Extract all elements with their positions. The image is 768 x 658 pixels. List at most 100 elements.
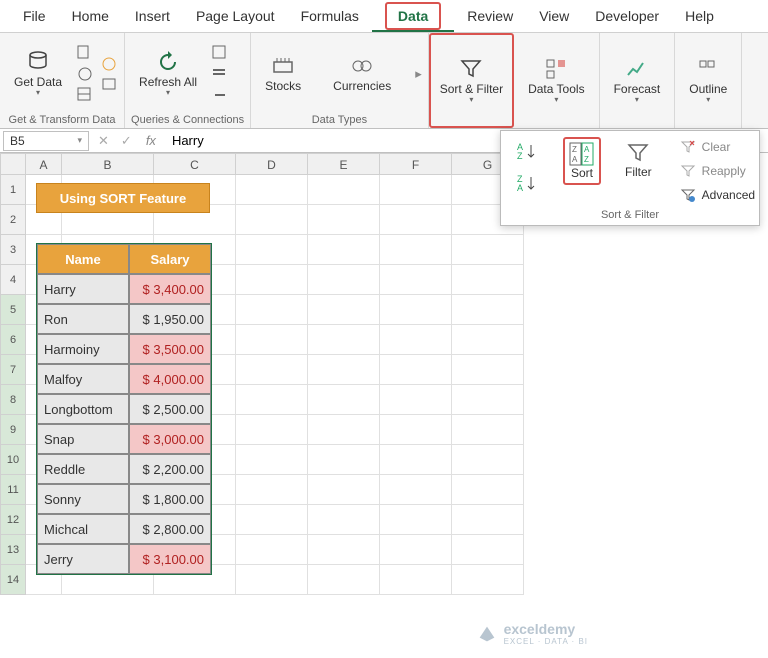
cell-D3[interactable] <box>236 235 308 265</box>
cell-D14[interactable] <box>236 565 308 595</box>
cell-E7[interactable] <box>308 355 380 385</box>
row-header-3[interactable]: 3 <box>0 235 26 265</box>
cell-D9[interactable] <box>236 415 308 445</box>
sort-filter-button[interactable]: Sort & Filter ▾ <box>432 53 511 109</box>
tab-formulas[interactable]: Formulas <box>288 2 372 32</box>
sheet-title[interactable]: Using SORT Feature <box>36 183 210 213</box>
tab-developer[interactable]: Developer <box>582 2 672 32</box>
sort-button[interactable]: ZAAZ Sort <box>563 137 601 185</box>
row-header-5[interactable]: 5 <box>0 295 26 325</box>
col-header-F[interactable]: F <box>380 153 452 175</box>
salary-cell[interactable]: $ 3,400.00 <box>129 274 211 304</box>
row-header-4[interactable]: 4 <box>0 265 26 295</box>
select-all-corner[interactable] <box>0 153 26 175</box>
cell-G3[interactable] <box>452 235 524 265</box>
cell-F12[interactable] <box>380 505 452 535</box>
connections-icon[interactable] <box>100 76 118 94</box>
cell-E9[interactable] <box>308 415 380 445</box>
cell-D12[interactable] <box>236 505 308 535</box>
cell-G6[interactable] <box>452 325 524 355</box>
cell-F8[interactable] <box>380 385 452 415</box>
name-box[interactable]: B5 ▾ <box>3 131 89 151</box>
name-cell[interactable]: Malfoy <box>37 364 129 394</box>
cell-D13[interactable] <box>236 535 308 565</box>
cell-G10[interactable] <box>452 445 524 475</box>
cell-G9[interactable] <box>452 415 524 445</box>
from-web-icon[interactable] <box>76 65 94 83</box>
cell-G4[interactable] <box>452 265 524 295</box>
cell-F10[interactable] <box>380 445 452 475</box>
cell-E6[interactable] <box>308 325 380 355</box>
cell-F2[interactable] <box>380 205 452 235</box>
row-header-1[interactable]: 1 <box>0 175 26 205</box>
recent-icon[interactable] <box>100 55 118 73</box>
refresh-all-button[interactable]: Refresh All ▾ <box>131 46 205 102</box>
name-cell[interactable]: Ron <box>37 304 129 334</box>
cell-E1[interactable] <box>308 175 380 205</box>
name-cell[interactable]: Harry <box>37 274 129 304</box>
cell-D5[interactable] <box>236 295 308 325</box>
tab-file[interactable]: File <box>10 2 59 32</box>
cell-G5[interactable] <box>452 295 524 325</box>
cell-D2[interactable] <box>236 205 308 235</box>
tab-view[interactable]: View <box>526 2 582 32</box>
cell-E5[interactable] <box>308 295 380 325</box>
sort-asc-button[interactable]: AZ <box>511 137 545 165</box>
cell-F4[interactable] <box>380 265 452 295</box>
row-header-7[interactable]: 7 <box>0 355 26 385</box>
cancel-icon[interactable]: ✕ <box>92 133 115 149</box>
cell-F5[interactable] <box>380 295 452 325</box>
cell-D7[interactable] <box>236 355 308 385</box>
cell-F1[interactable] <box>380 175 452 205</box>
name-cell[interactable]: Reddle <box>37 454 129 484</box>
advanced-button[interactable]: Advanced <box>676 185 759 205</box>
queries-icon[interactable] <box>211 44 229 62</box>
salary-cell[interactable]: $ 4,000.00 <box>129 364 211 394</box>
sort-desc-button[interactable]: ZA <box>511 169 545 197</box>
from-table-icon[interactable] <box>76 86 94 104</box>
table-header-name[interactable]: Name <box>37 244 129 274</box>
cell-E11[interactable] <box>308 475 380 505</box>
data-tools-button[interactable]: Data Tools ▾ <box>520 53 592 109</box>
row-header-6[interactable]: 6 <box>0 325 26 355</box>
forecast-button[interactable]: Forecast ▾ <box>606 53 669 109</box>
salary-cell[interactable]: $ 3,500.00 <box>129 334 211 364</box>
col-header-E[interactable]: E <box>308 153 380 175</box>
properties-icon[interactable] <box>211 65 229 83</box>
col-header-B[interactable]: B <box>62 153 154 175</box>
cell-E2[interactable] <box>308 205 380 235</box>
cell-F13[interactable] <box>380 535 452 565</box>
nav-right-icon[interactable]: ▸ <box>415 66 422 82</box>
row-header-13[interactable]: 13 <box>0 535 26 565</box>
cell-E14[interactable] <box>308 565 380 595</box>
row-header-9[interactable]: 9 <box>0 415 26 445</box>
cell-G12[interactable] <box>452 505 524 535</box>
cell-F6[interactable] <box>380 325 452 355</box>
cell-F9[interactable] <box>380 415 452 445</box>
name-cell[interactable]: Harmoiny <box>37 334 129 364</box>
cell-F14[interactable] <box>380 565 452 595</box>
stocks-button[interactable]: Stocks <box>257 50 309 97</box>
salary-cell[interactable]: $ 1,950.00 <box>129 304 211 334</box>
row-header-10[interactable]: 10 <box>0 445 26 475</box>
row-header-2[interactable]: 2 <box>0 205 26 235</box>
tab-home[interactable]: Home <box>59 2 122 32</box>
cell-G8[interactable] <box>452 385 524 415</box>
cell-E13[interactable] <box>308 535 380 565</box>
cell-D4[interactable] <box>236 265 308 295</box>
name-cell[interactable]: Snap <box>37 424 129 454</box>
cell-F11[interactable] <box>380 475 452 505</box>
clear-button[interactable]: Clear <box>676 137 759 157</box>
cell-E8[interactable] <box>308 385 380 415</box>
tab-review[interactable]: Review <box>454 2 526 32</box>
filter-button[interactable]: Filter <box>619 137 658 183</box>
row-header-12[interactable]: 12 <box>0 505 26 535</box>
salary-cell[interactable]: $ 3,100.00 <box>129 544 211 574</box>
row-header-11[interactable]: 11 <box>0 475 26 505</box>
tab-help[interactable]: Help <box>672 2 727 32</box>
cell-G13[interactable] <box>452 535 524 565</box>
name-cell[interactable]: Sonny <box>37 484 129 514</box>
cell-D6[interactable] <box>236 325 308 355</box>
cell-E10[interactable] <box>308 445 380 475</box>
from-text-icon[interactable] <box>76 44 94 62</box>
